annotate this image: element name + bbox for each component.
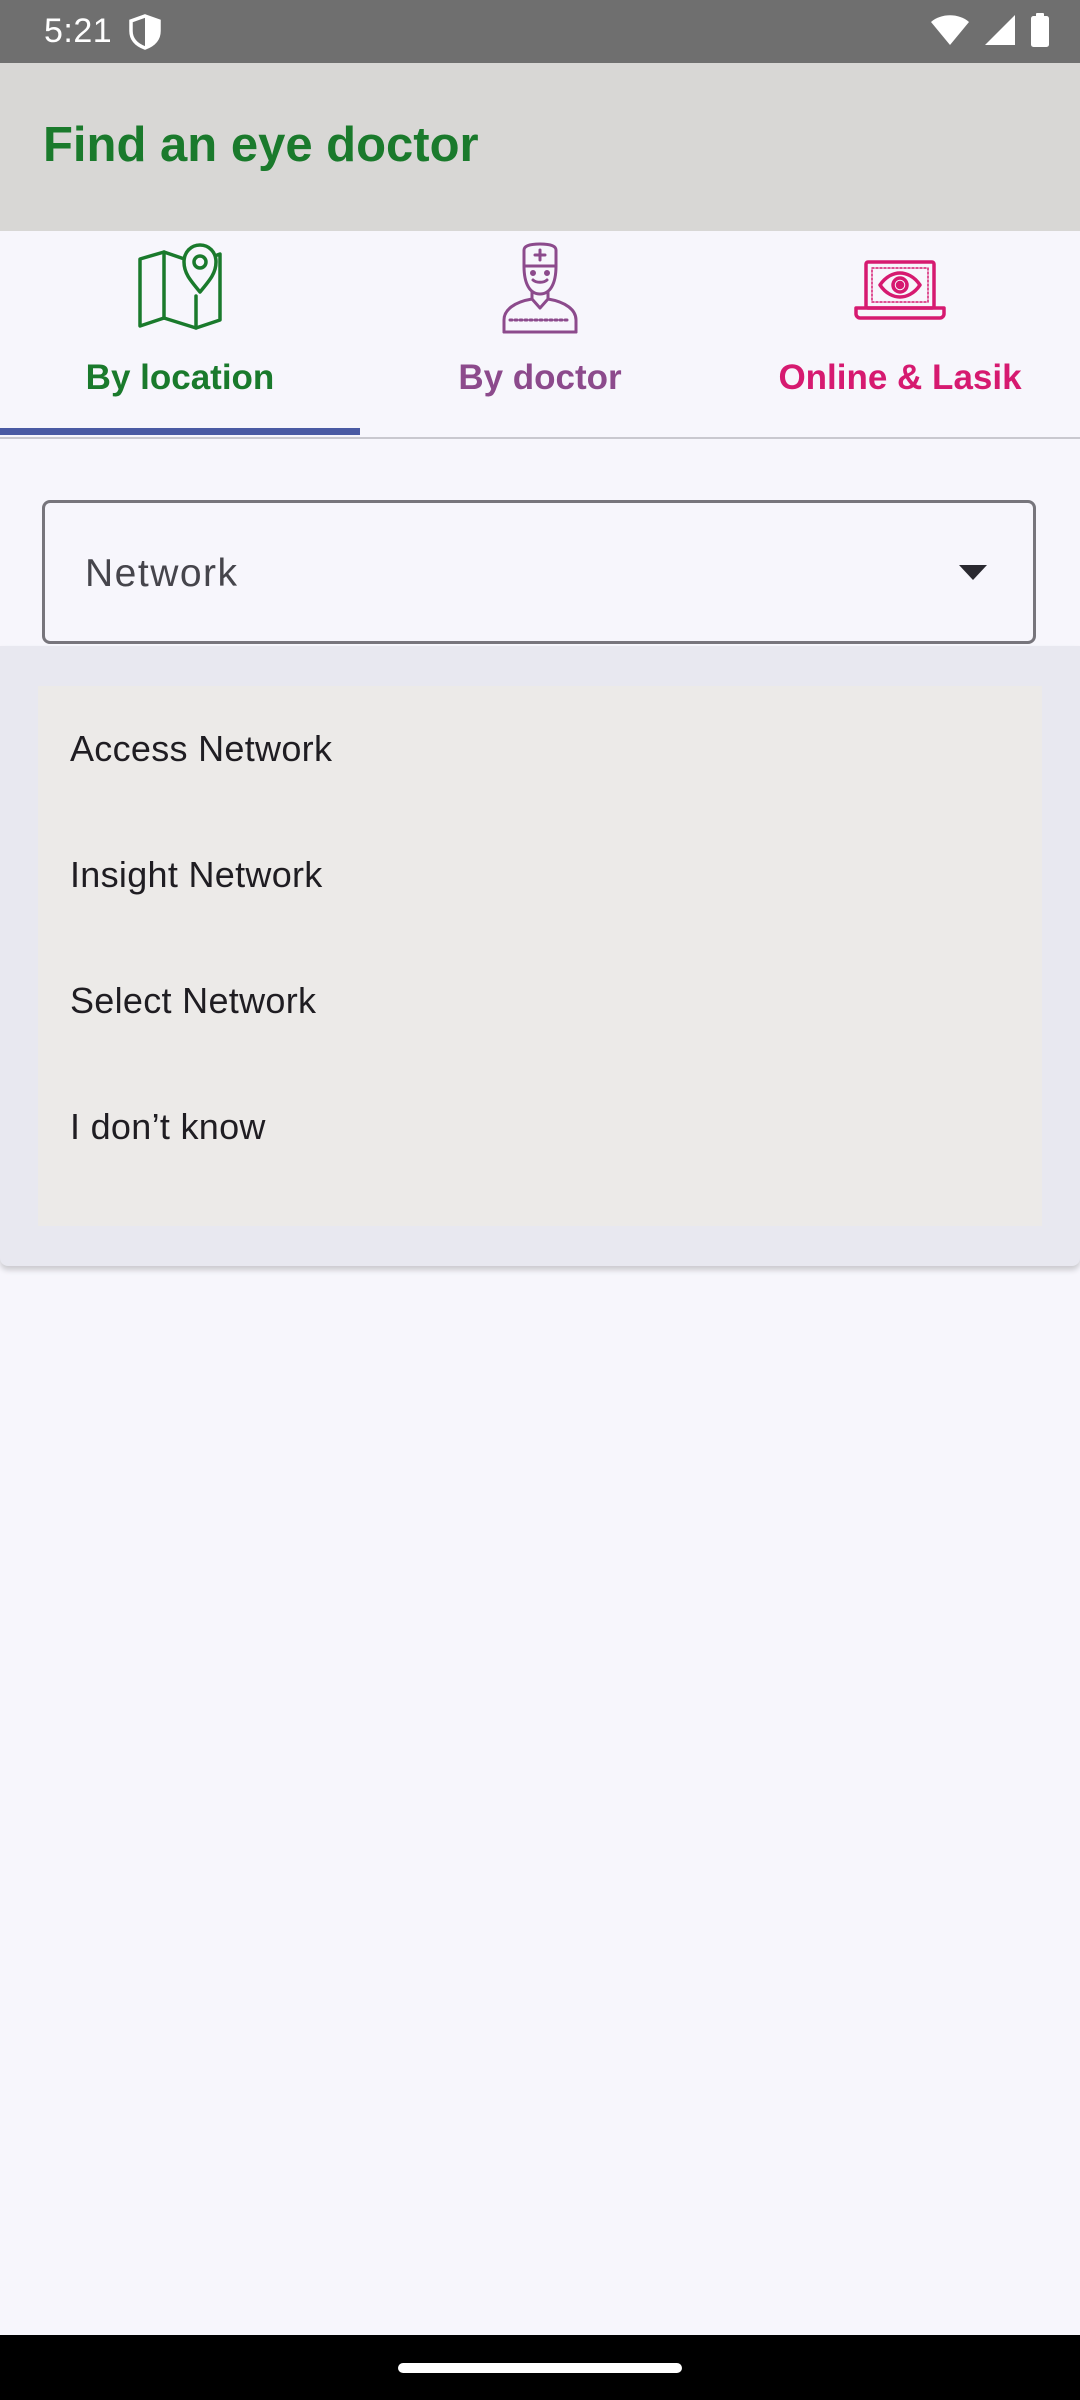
tab-bar: By location By doctor Online & Lasik (0, 231, 1080, 439)
dropdown-menu: Access Network Insight Network Select Ne… (0, 646, 1080, 1266)
system-nav-bar (0, 2335, 1080, 2400)
option-insight-network[interactable]: Insight Network (38, 812, 1042, 938)
option-access-network[interactable]: Access Network (38, 686, 1042, 812)
home-gesture-handle[interactable] (398, 2363, 682, 2373)
network-dropdown[interactable]: Network (42, 500, 1036, 644)
cell-signal-icon (984, 14, 1016, 51)
tab-by-location[interactable]: By location (0, 231, 360, 437)
tab-label: By doctor (458, 358, 622, 397)
tab-label: Online & Lasik (778, 358, 1022, 397)
tab-label: By location (85, 358, 275, 397)
dropdown-arrow-icon (959, 565, 987, 581)
dropdown-options: Access Network Insight Network Select Ne… (38, 686, 1042, 1226)
option-label: Insight Network (70, 854, 323, 895)
app-bar: Find an eye doctor (0, 63, 1080, 231)
option-label: Select Network (70, 980, 317, 1021)
dropdown-value: Network (85, 552, 239, 595)
map-pin-icon (130, 236, 230, 336)
laptop-eye-icon (850, 236, 950, 336)
battery-icon (1030, 12, 1050, 52)
tab-by-doctor[interactable]: By doctor (360, 231, 720, 437)
shield-icon (128, 14, 162, 50)
status-bar: 5:21 (0, 0, 1080, 63)
option-label: Access Network (70, 728, 333, 769)
status-time: 5:21 (44, 12, 113, 50)
selected-tab-indicator (0, 428, 360, 435)
option-select-network[interactable]: Select Network (38, 938, 1042, 1064)
tab-online-lasik[interactable]: Online & Lasik (720, 231, 1080, 437)
wifi-icon (930, 14, 970, 51)
doctor-icon (490, 236, 590, 336)
page-title: Find an eye doctor (43, 118, 479, 172)
status-icons (930, 12, 1050, 52)
option-label: I don’t know (70, 1106, 266, 1147)
option-i-dont-know[interactable]: I don’t know (38, 1064, 1042, 1190)
